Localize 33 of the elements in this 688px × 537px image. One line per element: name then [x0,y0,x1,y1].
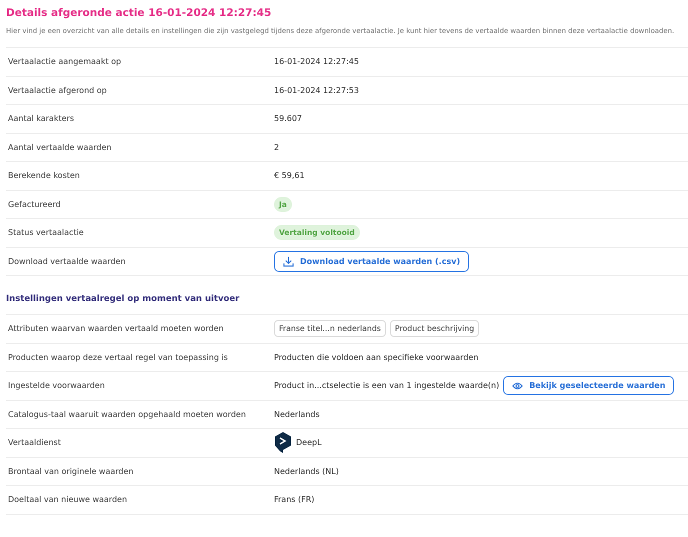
value-text: 16-01-2024 12:27:53 [274,86,360,95]
download-icon [283,256,294,267]
row-label: Attributen waarvan waarden vertaald moeten worden [8,324,225,334]
value-text: DeepL [296,438,322,448]
row-label: Ingestelde voorwaarden [8,381,106,390]
row-label: Berekende kosten [8,171,81,180]
view-button[interactable]: Bekijk geselecteerde waarden [503,376,674,396]
row-label: Vertaalactie afgerond op [8,86,108,95]
row-label: Vertaaldienst [8,438,62,448]
row-label: Vertaalactie aangemaakt op [8,57,122,66]
row-label: Aantal karakters [8,114,75,124]
value-text: Frans (FR) [274,495,316,504]
value-text: Product in...ctselectie is een van 1 ingestelde waarde(n) [274,381,500,390]
row-label: Download vertaalde waarden [8,256,127,266]
row-label: Catalogus-taal waaruit waarden opgehaald moeten worden [8,410,247,419]
row-label: Producten waarop deze vertaal regel van toepassing is [8,352,229,362]
value-text: 59.607 [274,114,303,124]
row-label: Status vertaalactie [8,228,85,238]
eye-icon [512,382,524,390]
value-text: Nederlands [274,410,321,419]
row-label: Doeltaal van nieuwe waarden [8,495,128,504]
value-text: Nederlands (NL) [274,466,340,476]
value-text: € 59,61 [274,171,306,180]
page-title: Details afgeronde actie 16-01-2024 12:27:45 [6,7,272,19]
section-title: Instellingen vertaalregel op moment van uitvoer [6,294,240,304]
logo-icon [274,432,292,454]
value-text: 2 [274,142,280,152]
row-label: Gefactureerd [8,200,62,209]
row-label: Brontaal van originele waarden [8,466,134,476]
download-button[interactable]: Download vertaalde waarden (.csv) [274,250,470,272]
value-text: Producten die voldoen aan specifieke voorwaarden [274,352,480,362]
row-label: Aantal vertaalde waarden [8,142,112,152]
value-text: 16-01-2024 12:27:45 [274,57,360,66]
